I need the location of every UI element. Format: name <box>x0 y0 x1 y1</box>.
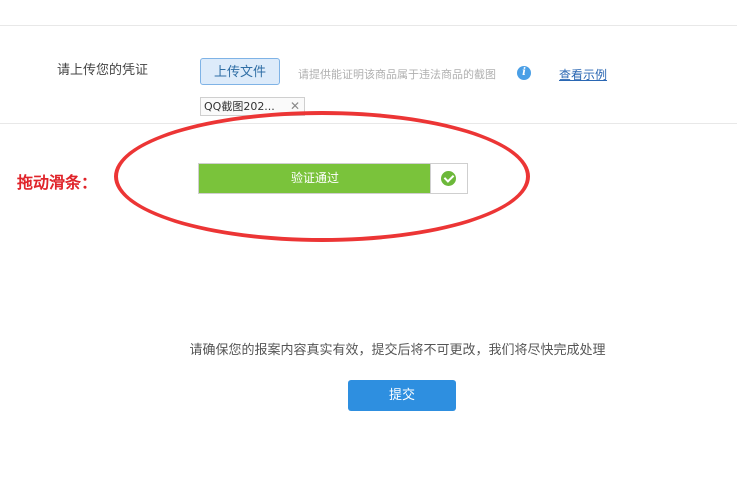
info-icon[interactable]: i <box>517 66 531 80</box>
submit-notice: 请确保您的报案内容真实有效，提交后将不可更改，我们将尽快完成处理 <box>189 343 606 358</box>
top-divider <box>0 25 737 26</box>
drag-slider-annotation: 拖动滑条： <box>17 173 98 192</box>
upload-file-button[interactable]: 上传文件 <box>200 58 280 85</box>
file-name: QQ截图202... <box>204 100 275 113</box>
annotation-oval <box>114 111 530 242</box>
view-example-link[interactable]: 查看示例 <box>559 66 607 83</box>
submit-button[interactable]: 提交 <box>348 380 456 411</box>
upload-hint: 请提供能证明该商品属于违法商品的截图 <box>298 68 496 81</box>
evidence-label: 请上传您的凭证 <box>57 63 149 78</box>
